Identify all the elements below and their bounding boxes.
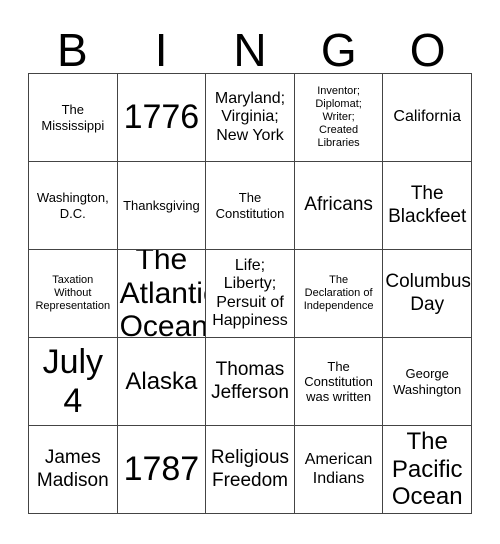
bingo-cell-label: Thanksgiving [123,197,200,213]
bingo-card: B I N G O The Mississippi 1776 Maryland;… [0,0,500,544]
bingo-cell-label: Alaska [125,367,198,395]
bingo-cell-label: 1776 [123,98,200,137]
bingo-cell[interactable]: California [383,74,472,162]
bingo-cell-label: Inventor; Diplomat; Writer; Created Libr… [315,85,362,149]
bingo-cell-label: The Constitution was written [304,358,373,405]
bingo-cell[interactable]: Alaska [117,338,207,426]
bingo-cell[interactable]: Life; Liberty; Persuit of Happiness [206,250,295,338]
bingo-cell[interactable]: The Declaration of Independence [294,250,384,338]
bingo-cell-label: California [393,108,461,126]
bingo-cell-label: Life; Liberty; Persuit of Happiness [212,256,288,329]
bingo-cell[interactable]: 1776 [117,74,207,162]
bingo-cell[interactable]: Columbus Day [383,250,472,338]
bingo-cell-label: The Constitution [215,190,285,221]
bingo-cell[interactable]: Taxation Without Representation [29,250,118,338]
bingo-cell-label: July 4 [42,342,104,420]
bingo-cell-label: Thomas Jefferson [211,359,289,403]
bingo-cell[interactable]: Washington, D.C. [29,162,118,250]
bingo-cell-label: The Mississippi [41,102,105,133]
bingo-header-letter-i: I [154,24,168,77]
bingo-cell-label: 1787 [123,450,200,489]
bingo-cell[interactable]: James Madison [29,426,118,514]
bingo-grid: The Mississippi 1776 Maryland; Virginia;… [28,73,472,514]
bingo-header-row: B I N G O [28,14,472,73]
bingo-cell-label: Taxation Without Representation [35,274,111,312]
bingo-cell-label: Maryland; Virginia; New York [214,89,286,144]
bingo-cell-label: Religious Freedom [210,447,290,491]
bingo-cell[interactable]: The Constitution [206,162,295,250]
bingo-cell-label: James Madison [36,447,109,491]
bingo-cell[interactable]: Inventor; Diplomat; Writer; Created Libr… [294,74,384,162]
bingo-cell[interactable]: The Constitution was written [294,338,384,426]
bingo-cell[interactable]: Thanksgiving [117,162,207,250]
bingo-header-letter-g: G [320,24,357,77]
bingo-header-letter-n: N [233,24,267,77]
bingo-cell[interactable]: Africans [294,162,384,250]
bingo-cell[interactable]: The Blackfeet [383,162,472,250]
bingo-cell[interactable]: The Atlantic Ocean [117,250,207,338]
bingo-cell[interactable]: Thomas Jefferson [206,338,295,426]
bingo-cell[interactable]: The Mississippi [29,74,118,162]
bingo-cell-label: American Indians [304,451,373,487]
bingo-cell-label: Africans [304,194,373,216]
bingo-cell[interactable]: American Indians [294,426,384,514]
bingo-cell-label: The Atlantic Ocean [119,250,207,338]
bingo-cell-label: The Pacific Ocean [391,428,463,511]
bingo-cell-label: The Blackfeet [388,183,467,227]
bingo-cell-label: The Declaration of Independence [303,274,374,312]
bingo-cell[interactable]: The Pacific Ocean [383,426,472,514]
bingo-cell[interactable]: George Washington [383,338,472,426]
bingo-header-letter-b: B [57,24,88,77]
bingo-cell-label: Washington, D.C. [36,190,109,221]
bingo-cell[interactable]: Maryland; Virginia; New York [206,74,295,162]
bingo-cell-label: Columbus Day [385,271,471,315]
bingo-cell[interactable]: 1787 [117,426,207,514]
bingo-cell[interactable]: July 4 [29,338,118,426]
bingo-header-letter-o: O [409,24,446,77]
bingo-cell-label: George Washington [393,366,462,397]
bingo-cell[interactable]: Religious Freedom [206,426,295,514]
